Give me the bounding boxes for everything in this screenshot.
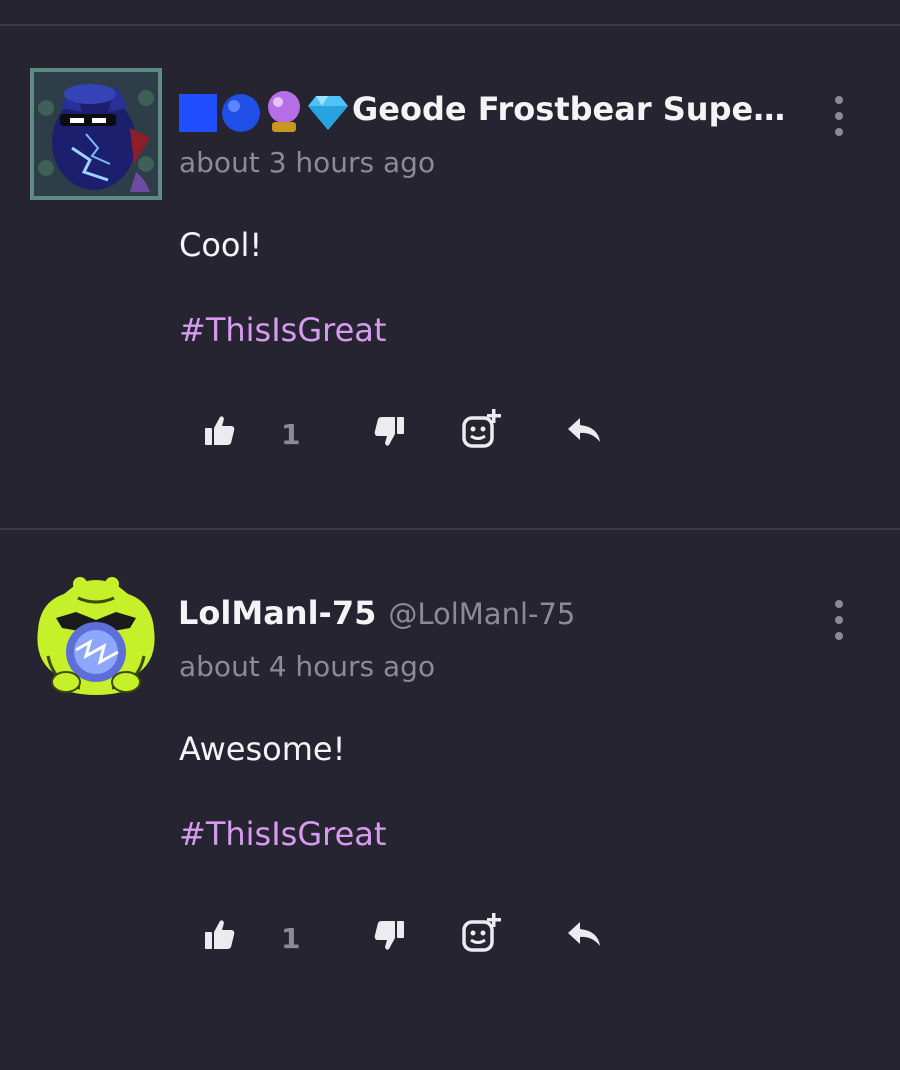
top-divider <box>0 24 900 26</box>
avatar[interactable] <box>30 68 162 200</box>
more-options-icon[interactable] <box>826 600 852 640</box>
comment-body: Cool! <box>179 226 263 264</box>
comment-card: LolManl-75 @LolManl-75 about 4 hours ago… <box>0 572 900 1012</box>
add-reaction-icon <box>462 913 501 952</box>
author-row: Geode Frostbear Super S... <box>178 90 790 134</box>
username[interactable]: LolManl-75 <box>178 594 376 632</box>
hashtag-link[interactable]: #ThisIsGreat <box>179 815 386 853</box>
like-count: 1 <box>281 418 301 451</box>
dislike-button[interactable] <box>372 918 406 956</box>
blue-sphere-icon <box>222 94 260 132</box>
author-row: LolManl-75 @LolManl-75 <box>178 594 790 632</box>
like-icon <box>205 920 235 949</box>
avatar[interactable] <box>30 572 162 704</box>
gem-icon <box>308 96 348 130</box>
comment-actions: 1 <box>0 406 900 466</box>
timestamp: about 3 hours ago <box>179 146 436 179</box>
badge-group <box>178 90 350 134</box>
avatar-image <box>30 68 162 200</box>
reply-button[interactable] <box>566 414 602 452</box>
add-reaction-button[interactable] <box>460 408 502 454</box>
add-reaction-button[interactable] <box>460 912 502 958</box>
comment-divider <box>0 528 900 530</box>
hashtag-link[interactable]: #ThisIsGreat <box>179 311 386 349</box>
like-count: 1 <box>281 922 301 955</box>
dislike-icon <box>374 921 404 950</box>
blue-square-icon <box>179 94 217 132</box>
reply-button[interactable] <box>566 918 602 956</box>
dislike-button[interactable] <box>372 414 406 452</box>
like-button[interactable] <box>203 918 237 956</box>
add-reaction-icon <box>462 409 501 448</box>
reply-icon <box>568 922 600 946</box>
reply-icon <box>568 418 600 442</box>
comment-actions: 1 <box>0 910 900 970</box>
like-button[interactable] <box>203 414 237 452</box>
username[interactable]: Geode Frostbear Super S... <box>352 90 790 128</box>
timestamp: about 4 hours ago <box>179 650 436 683</box>
comment-body: Awesome! <box>179 730 346 768</box>
user-handle[interactable]: @LolManl-75 <box>388 597 575 631</box>
like-icon <box>205 416 235 445</box>
comment-card: Geode Frostbear Super S... about 3 hours… <box>0 68 900 508</box>
crystal-ball-icon <box>268 91 300 132</box>
avatar-image <box>32 574 160 702</box>
more-options-icon[interactable] <box>826 96 852 136</box>
dislike-icon <box>374 417 404 446</box>
